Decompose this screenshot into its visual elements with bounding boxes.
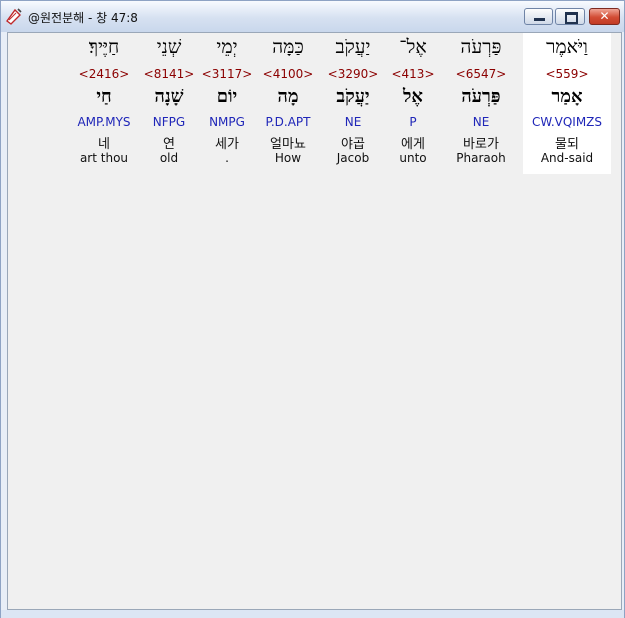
word-column-1[interactable]: וַיֹּאמֶר <559> אָמַר CW.VQIMZS 물되 And-s… xyxy=(523,33,611,174)
maximize-button[interactable] xyxy=(555,8,585,25)
window-title: @원전분해 - 창 47:8 xyxy=(28,11,138,25)
morphology-code: AMP.MYS xyxy=(77,115,131,129)
hebrew-word: וַיֹּאמֶר xyxy=(546,36,588,58)
word-column-8[interactable]: חַיֶּיךָ׃ <2416> חַי AMP.MYS 네 art thou xyxy=(60,33,148,174)
maximize-icon xyxy=(565,12,578,24)
strongs-number: <2416> xyxy=(78,67,130,81)
title-bar[interactable]: @원전분해 - 창 47:8 ✕ xyxy=(1,1,624,32)
hebrew-root: אָמַר xyxy=(551,86,583,107)
korean-gloss: 물되 xyxy=(555,137,579,152)
hebrew-word: חַיֶּיךָ׃ xyxy=(88,36,120,58)
english-gloss: art thou xyxy=(79,151,129,165)
scroll-quill-icon xyxy=(6,8,22,25)
strongs-number: <559> xyxy=(545,67,589,81)
interlinear-panel[interactable]: וַיֹּאמֶר <559> אָמַר CW.VQIMZS 물되 And-s… xyxy=(7,32,622,610)
minimize-button[interactable] xyxy=(524,8,553,25)
hebrew-root: חַי xyxy=(96,86,112,107)
close-icon: ✕ xyxy=(599,9,610,23)
minimize-icon xyxy=(534,18,545,21)
morphology-code: CW.VQIMZS xyxy=(531,115,603,129)
korean-gloss: 네 xyxy=(98,137,110,152)
window-bottom-border xyxy=(1,610,624,618)
english-gloss: And-said xyxy=(540,151,594,165)
app-window: @원전분해 - 창 47:8 ✕ וַיֹּאמֶר <559> אָמַר C… xyxy=(0,0,625,618)
close-button[interactable]: ✕ xyxy=(589,8,620,25)
